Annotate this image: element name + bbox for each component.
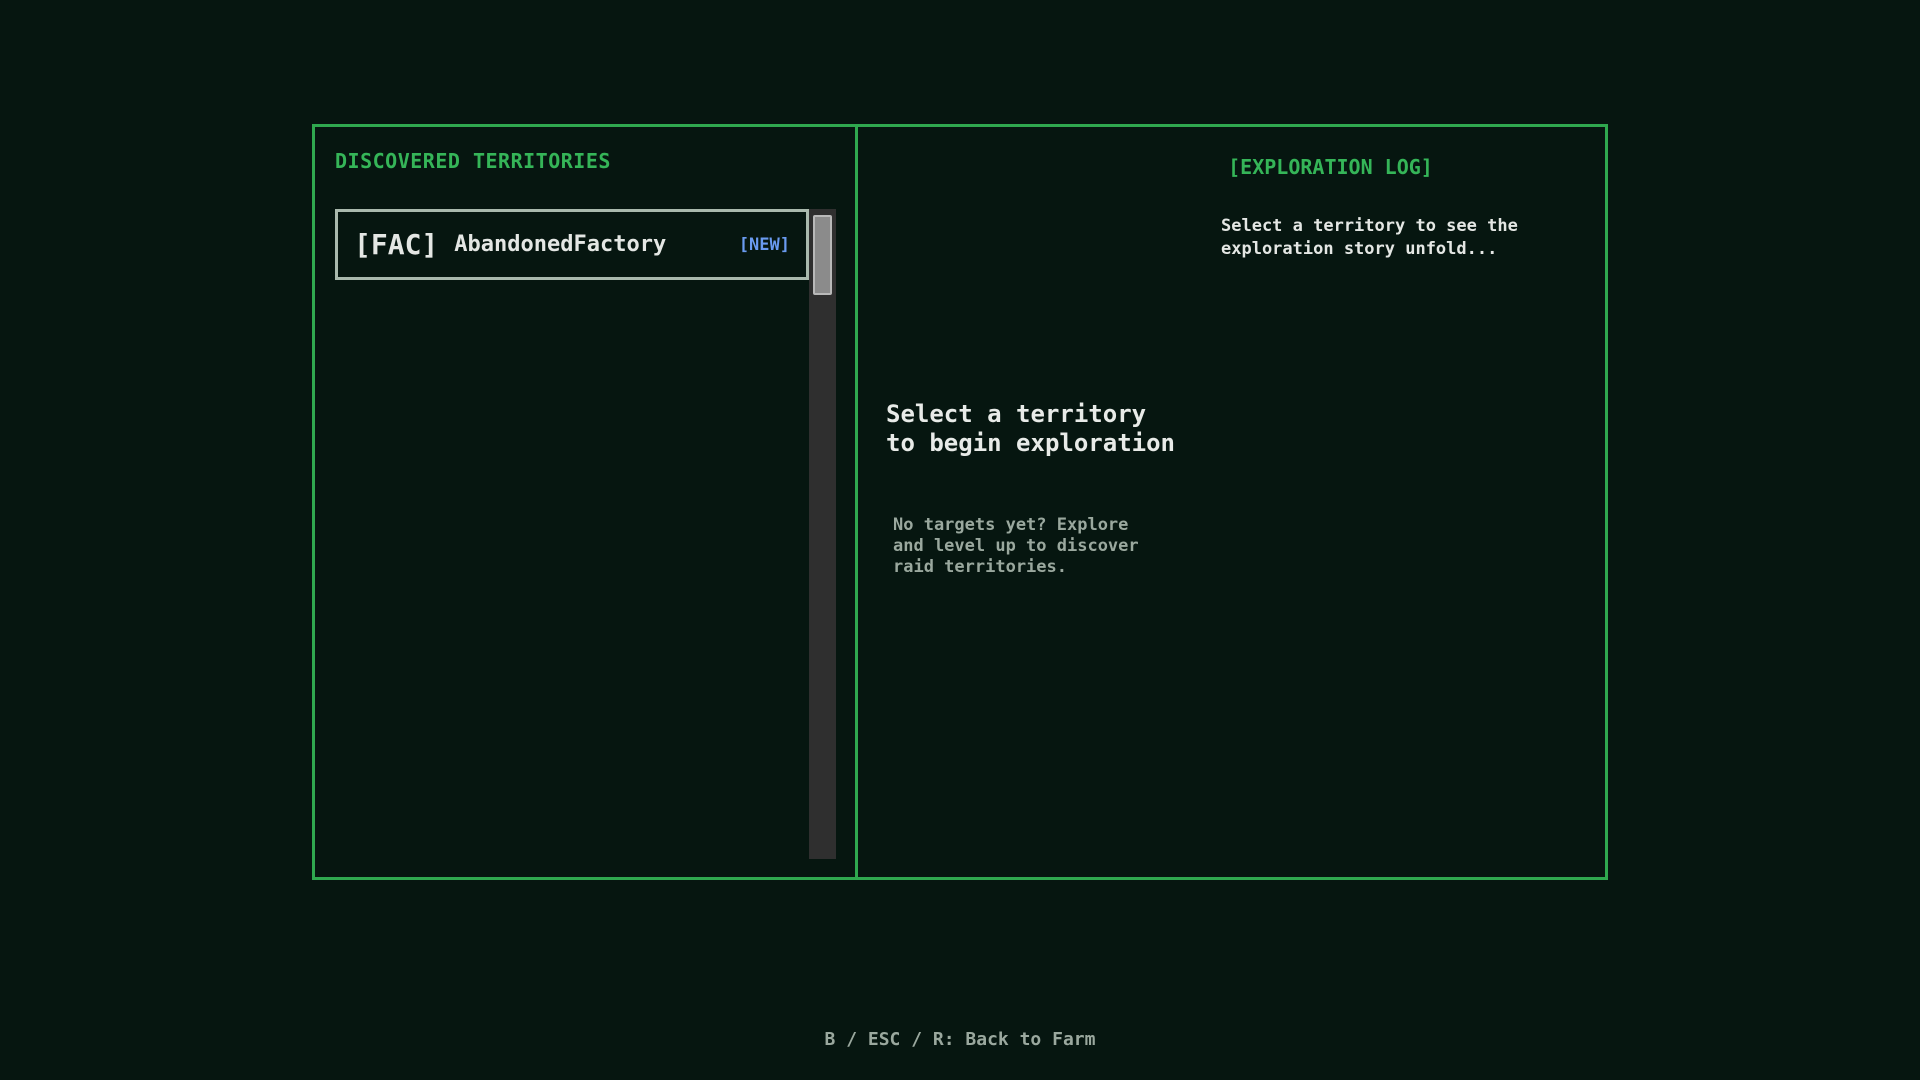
territory-item-abandoned-factory[interactable]: [FAC] AbandonedFactory [NEW] bbox=[335, 209, 809, 280]
no-targets-hint: No targets yet? Explore and level up to … bbox=[893, 515, 1139, 577]
scrollbar-thumb[interactable] bbox=[813, 215, 832, 295]
territories-title: DISCOVERED TERRITORIES bbox=[335, 149, 611, 173]
new-badge: [NEW] bbox=[738, 234, 790, 255]
territory-screen: DISCOVERED TERRITORIES [FAC] AbandonedFa… bbox=[0, 0, 1920, 1080]
territory-tag: [FAC] bbox=[354, 228, 439, 261]
exploration-log-title: [EXPLORATION LOG] bbox=[1228, 155, 1433, 179]
territory-list: [FAC] AbandonedFactory [NEW] bbox=[335, 209, 809, 859]
main-frame: DISCOVERED TERRITORIES [FAC] AbandonedFa… bbox=[312, 124, 1608, 880]
exploration-log-text: Select a territory to see the exploratio… bbox=[1221, 216, 1518, 259]
territories-panel: DISCOVERED TERRITORIES [FAC] AbandonedFa… bbox=[315, 127, 855, 877]
select-territory-prompt: Select a territory to begin exploration bbox=[886, 400, 1175, 457]
territory-name: AbandonedFactory bbox=[454, 232, 667, 257]
back-to-farm-hint: B / ESC / R: Back to Farm bbox=[824, 1029, 1096, 1050]
territory-list-scrollbar[interactable] bbox=[809, 209, 836, 859]
details-panel: Select a territory to begin exploration … bbox=[858, 127, 1605, 877]
